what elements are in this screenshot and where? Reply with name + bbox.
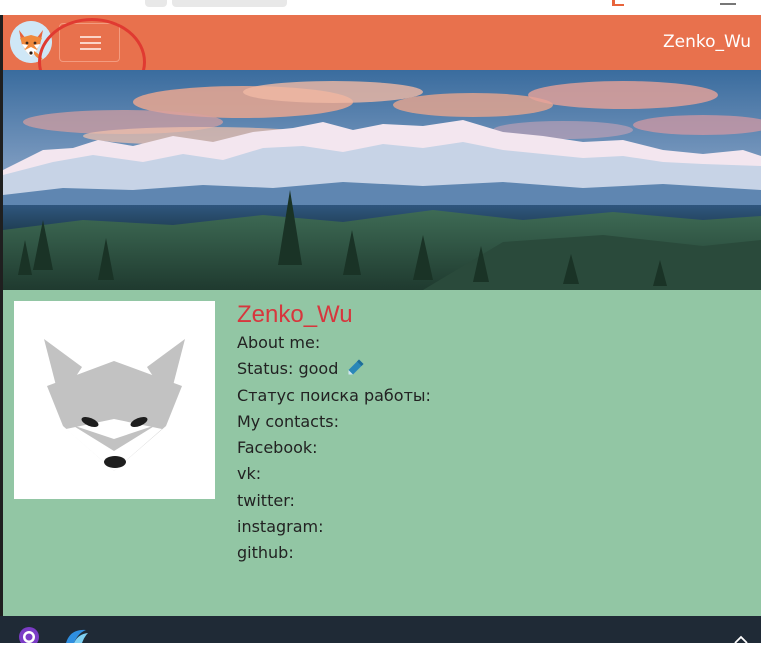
about-me-label: About me:	[237, 333, 321, 352]
window-control-icon[interactable]	[612, 0, 624, 6]
header-username[interactable]: Zenko_Wu	[663, 31, 751, 53]
profile-banner-image	[3, 70, 761, 290]
browser-tab[interactable]	[172, 0, 287, 7]
window-control-icon[interactable]	[720, 0, 736, 5]
contact-instagram: instagram:	[237, 517, 324, 537]
os-taskbar	[0, 616, 761, 647]
profile-section: Zenko_Wu About me: Status: good Статус п…	[3, 290, 761, 616]
profile-name: Zenko_Wu	[237, 301, 353, 328]
fox-avatar-icon	[14, 301, 215, 499]
pencil-icon[interactable]	[347, 358, 365, 384]
app-window: Zenko_Wu Zenko_Wu About me: Status: good…	[3, 15, 761, 616]
status-row: Status: good	[237, 356, 737, 382]
github-icon[interactable]	[18, 627, 40, 647]
contact-twitter: twitter:	[237, 490, 295, 510]
status-label: Status:	[237, 359, 294, 379]
chevron-up-icon[interactable]	[734, 630, 748, 644]
contact-vk: vk:	[237, 464, 262, 484]
edge-icon[interactable]	[64, 628, 92, 643]
job-search-status-label: Статус поиска работы:	[237, 385, 431, 405]
status-value[interactable]: good	[298, 359, 338, 378]
contacts-label: My contacts:	[237, 411, 339, 431]
top-header: Zenko_Wu	[3, 15, 761, 106]
contact-github: github:	[237, 543, 294, 563]
profile-info: Zenko_Wu About me: Status: good Статус п…	[237, 300, 737, 567]
browser-tab[interactable]	[145, 0, 167, 7]
contact-facebook: Facebook:	[237, 438, 318, 458]
browser-chrome-top	[0, 0, 761, 15]
